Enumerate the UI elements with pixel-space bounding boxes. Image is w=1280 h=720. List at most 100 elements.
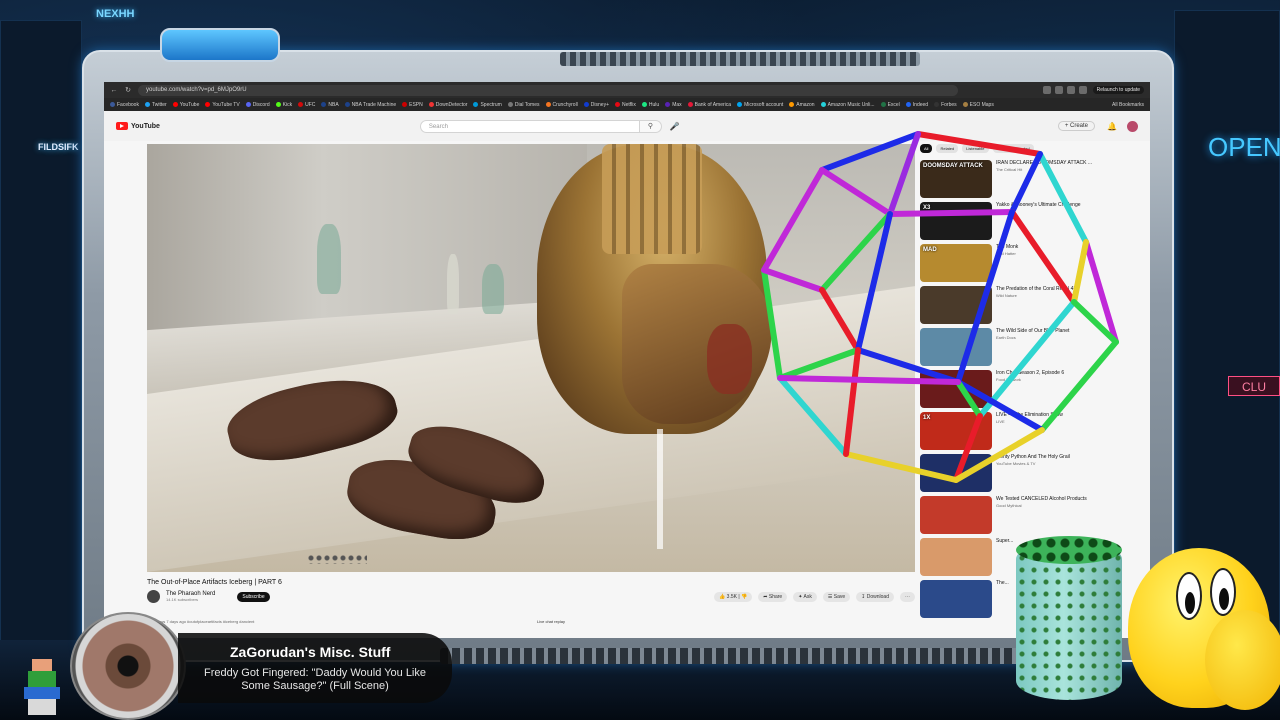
bookmark-item[interactable]: Indeed <box>905 102 928 108</box>
search-input[interactable]: Search <box>419 119 640 133</box>
pupil <box>1219 588 1229 610</box>
save-button[interactable]: ☰ Save <box>822 591 851 602</box>
bookmark-favicon-icon <box>428 102 434 107</box>
bookmark-item[interactable]: Twitter <box>144 102 167 108</box>
bookmark-item[interactable]: Forbes <box>934 102 957 108</box>
bookmark-label: Max <box>672 101 682 108</box>
extension-icon[interactable] <box>1078 86 1087 94</box>
bookmark-favicon-icon <box>615 102 620 107</box>
helmet-crest <box>602 144 702 254</box>
edge <box>819 131 921 173</box>
bookmark-favicon-icon <box>880 102 886 107</box>
now-playing-channel: ZaGorudan's Misc. Stuff <box>230 644 391 660</box>
video-description[interactable]: 89K views 7 days ago #outofplaceartifact… <box>147 619 527 624</box>
like-button[interactable]: 👍 3.5K | 👎 <box>714 591 753 602</box>
bookmark-item[interactable]: Kick <box>275 102 292 108</box>
channel-row: The Pharaoh Nerd 14.1K subscribers Subsc… <box>147 590 915 603</box>
extension-icon[interactable] <box>1066 86 1075 94</box>
edge <box>1009 151 1043 215</box>
recommendation-meta: The... <box>996 580 1009 622</box>
frame-top-rail <box>560 52 920 66</box>
bookmark-item[interactable]: ESPN <box>402 102 423 108</box>
extension-icon[interactable] <box>1042 86 1051 94</box>
more-options-icon[interactable]: ⋯ <box>900 591 915 602</box>
now-playing-song: Freddy Got Fingered: "Daddy Would You Li… <box>204 667 426 692</box>
download-button[interactable]: ↧ Download <box>856 591 894 602</box>
bookmark-item[interactable]: NBA <box>321 102 339 108</box>
bookmark-item[interactable]: Netflix <box>615 102 636 108</box>
edge <box>887 209 1015 217</box>
ask-button[interactable]: ✦ Ask <box>793 591 817 602</box>
back-icon[interactable]: ← <box>110 87 118 94</box>
edge <box>843 347 861 457</box>
bookmark-item[interactable]: Discord <box>245 102 270 108</box>
youtube-logo-text: YouTube <box>131 122 160 130</box>
edge <box>819 167 893 217</box>
bookmark-label: NBA Trade Machine <box>351 101 397 108</box>
bookmark-label: ESO Maps <box>969 101 994 108</box>
extension-icon[interactable] <box>1054 86 1063 94</box>
live-chat-replay[interactable]: Live chat replay <box>537 619 565 624</box>
recommendation-title[interactable]: Super... <box>996 538 1013 544</box>
channel-avatar[interactable] <box>147 590 160 603</box>
bookmark-item[interactable]: Facebook <box>110 102 139 108</box>
bookmark-favicon-icon <box>641 102 647 107</box>
bookmark-item[interactable]: YouTube TV <box>205 102 240 108</box>
bookmark-item[interactable]: ESO Maps <box>962 101 994 108</box>
bookmark-item[interactable]: Excel <box>880 101 900 108</box>
edge <box>977 299 1077 419</box>
bookmark-label: Netflix <box>622 101 636 108</box>
bookmark-label: Excel <box>887 101 900 108</box>
bookmark-item[interactable]: Bank of America <box>687 102 731 108</box>
bookmark-item[interactable]: YouTube <box>172 101 200 108</box>
youtube-play-icon <box>116 122 128 130</box>
recommendation-title[interactable]: The... <box>996 580 1009 586</box>
glass-vase <box>447 254 459 314</box>
bookmark-favicon-icon <box>665 102 671 107</box>
share-label: Share <box>768 593 783 600</box>
youtube-logo[interactable]: YouTube <box>116 122 160 130</box>
bookmark-item[interactable]: Amazon <box>789 101 815 108</box>
bookmark-label: Amazon <box>796 101 815 108</box>
bookmark-item[interactable]: Crunchyroll <box>545 102 578 108</box>
bookmark-label: Forbes <box>941 101 957 108</box>
bookmark-item[interactable]: Dial Tomes <box>507 101 540 108</box>
bookmark-item[interactable]: NBA Trade Machine <box>344 101 397 108</box>
address-bar[interactable]: youtube.com/watch?v=pd_6MJpO9rU <box>138 84 958 96</box>
reload-icon[interactable]: ↻ <box>124 86 132 94</box>
bookmark-favicon-icon <box>205 102 211 107</box>
download-label: Download <box>866 593 889 600</box>
bookmark-label: UFC <box>305 101 316 108</box>
share-button[interactable]: ➦ Share <box>758 591 788 602</box>
edge <box>761 267 783 381</box>
bookmark-favicon-icon <box>545 102 551 107</box>
bookmark-label: YouTube <box>179 101 200 108</box>
save-label: Save <box>833 593 846 600</box>
bookmark-item[interactable]: DownDetector <box>428 102 467 108</box>
all-bookmarks[interactable]: All Bookmarks <box>1112 102 1144 108</box>
microphone-icon[interactable]: 🎤 <box>670 122 680 131</box>
yellow-character-snout <box>1205 610 1280 710</box>
relaunch-button[interactable]: Relaunch to update <box>1092 86 1144 94</box>
bookmark-favicon-icon <box>473 102 479 107</box>
bookmark-favicon-icon <box>507 102 513 107</box>
subscribe-button[interactable]: Subscribe <box>237 591 270 602</box>
edge <box>761 267 825 293</box>
bookmark-label: Amazon Music Unli... <box>827 101 875 108</box>
bookmark-item[interactable]: Spectrum <box>473 102 502 108</box>
bookmark-item[interactable]: UFC <box>298 102 315 108</box>
edge <box>761 167 825 273</box>
bookmark-favicon-icon <box>962 102 968 107</box>
bookmark-item[interactable]: Amazon Music Unli... <box>820 101 875 108</box>
bookmark-item[interactable]: Max <box>665 101 682 108</box>
recommendation-thumbnail[interactable] <box>920 580 992 618</box>
bookmark-label: Dial Tomes <box>514 101 540 108</box>
dodecahedron-overlay <box>761 131 1119 483</box>
glass-vase <box>482 264 504 314</box>
bookmark-item[interactable]: Disney+ <box>583 102 609 108</box>
bookmark-item[interactable]: Microsoft account <box>737 102 783 108</box>
search-icon[interactable]: ⚲ <box>639 119 662 133</box>
bookmark-favicon-icon <box>144 102 150 107</box>
recommendation-thumbnail[interactable] <box>920 538 992 576</box>
bookmark-item[interactable]: Hulu <box>641 102 659 108</box>
